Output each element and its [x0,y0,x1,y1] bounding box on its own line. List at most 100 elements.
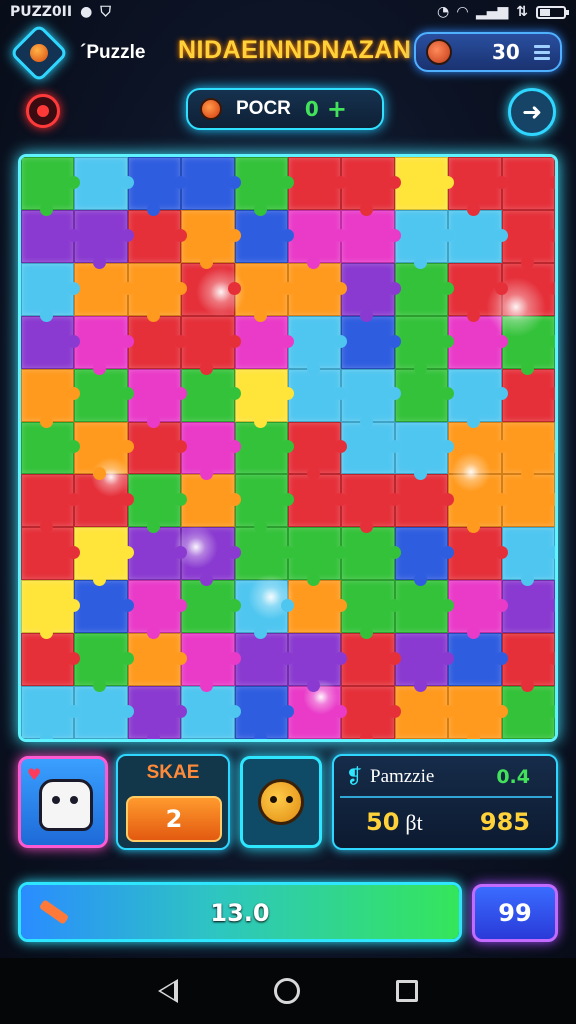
puzzle-piece[interactable] [127,209,188,263]
puzzle-piece[interactable] [21,368,81,428]
puzzle-piece[interactable] [288,686,348,739]
puzzle-piece[interactable] [127,368,188,428]
puzzle-piece[interactable] [341,209,402,263]
puzzle-piece[interactable] [501,368,555,422]
puzzle-piece[interactable] [74,315,135,375]
puzzle-piece[interactable] [341,368,402,428]
hint-button[interactable] [240,756,322,848]
puzzle-piece[interactable] [394,209,455,269]
puzzle-piece[interactable] [21,157,81,216]
puzzle-piece[interactable] [74,686,135,739]
puzzle-piece[interactable] [341,633,402,687]
puzzle-piece[interactable] [181,633,242,692]
back-icon[interactable] [158,979,178,1003]
puzzle-piece[interactable] [74,474,135,528]
puzzle-piece[interactable] [448,368,509,428]
puzzle-board[interactable] [18,154,558,742]
puzzle-piece[interactable] [288,262,348,316]
puzzle-piece[interactable] [234,315,295,369]
puzzle-piece[interactable] [127,686,188,739]
puzzle-piece[interactable] [448,157,509,216]
puzzle-piece[interactable] [394,474,455,528]
puzzle-piece[interactable] [127,527,188,581]
puzzle-piece[interactable] [501,633,555,692]
puzzle-piece[interactable] [21,421,81,475]
puzzle-piece[interactable] [181,580,242,634]
home-icon[interactable] [274,978,300,1004]
puzzle-piece[interactable] [181,421,242,481]
puzzle-piece[interactable] [234,527,295,581]
puzzle-piece[interactable] [288,368,348,422]
puzzle-piece[interactable] [74,580,135,634]
power-button[interactable] [26,94,60,128]
puzzle-piece[interactable] [448,580,509,640]
next-arrow-button[interactable]: ➜ [508,88,556,136]
puzzle-piece[interactable] [501,315,555,375]
puzzle-piece[interactable] [234,633,295,687]
puzzle-piece[interactable] [341,315,402,369]
puzzle-piece[interactable] [394,686,455,739]
puzzle-piece[interactable] [234,686,295,739]
puzzle-piece[interactable] [394,262,455,316]
puzzle-piece[interactable] [234,262,295,322]
puzzle-piece[interactable] [234,580,295,640]
puzzle-piece[interactable] [394,527,455,587]
recents-icon[interactable] [396,980,418,1002]
puzzle-piece[interactable] [288,315,348,375]
puzzle-piece[interactable] [234,368,295,428]
puzzle-piece[interactable] [448,527,509,581]
puzzle-piece[interactable] [501,686,555,739]
plus-icon[interactable]: + [327,95,347,123]
puzzle-piece[interactable] [127,421,188,475]
puzzle-piece[interactable] [127,474,188,534]
puzzle-piece[interactable] [448,686,509,739]
puzzle-piece[interactable] [501,474,555,528]
puzzle-piece[interactable] [127,315,188,369]
puzzle-piece[interactable] [21,315,81,369]
puzzle-piece[interactable] [394,157,455,210]
puzzle-piece[interactable] [394,633,455,692]
puzzle-piece[interactable] [181,262,242,316]
puzzle-piece[interactable] [448,262,509,322]
puzzle-piece[interactable] [181,527,242,587]
puzzle-piece[interactable] [21,633,81,687]
puzzle-piece[interactable] [21,262,81,322]
puzzle-piece[interactable] [181,157,242,210]
puzzle-piece[interactable] [21,686,81,739]
puzzle-piece[interactable] [341,474,402,534]
puzzle-piece[interactable] [127,580,188,640]
puzzle-piece[interactable] [394,421,455,481]
puzzle-piece[interactable] [234,421,295,475]
puzzle-piece[interactable] [21,527,81,581]
puzzle-piece[interactable] [501,421,555,481]
app-logo-icon[interactable] [9,23,69,83]
puzzle-piece[interactable] [181,315,242,375]
counter-box[interactable]: 99 [472,884,558,942]
puzzle-piece[interactable] [448,315,509,369]
puzzle-piece[interactable] [181,209,242,269]
puzzle-piece[interactable] [448,421,509,475]
puzzle-piece[interactable] [288,209,348,269]
puzzle-piece[interactable] [288,474,348,528]
puzzle-piece[interactable] [448,209,509,263]
puzzle-piece[interactable] [74,157,135,210]
puzzle-piece[interactable] [74,262,135,316]
puzzle-piece[interactable] [127,157,188,216]
puzzle-piece[interactable] [234,209,295,263]
puzzle-piece[interactable] [127,262,188,322]
puzzle-piece[interactable] [501,209,555,269]
puzzle-piece[interactable] [234,474,295,534]
menu-icon[interactable] [534,44,550,60]
puzzle-piece[interactable] [448,633,509,687]
puzzle-piece[interactable] [394,315,455,375]
puzzle-piece[interactable] [127,633,188,687]
character-card[interactable]: ♥ [18,756,108,848]
puzzle-piece[interactable] [394,368,455,422]
puzzle-piece[interactable] [501,157,555,210]
puzzle-piece[interactable] [288,421,348,481]
puzzle-piece[interactable] [501,527,555,587]
puzzle-piece[interactable] [21,209,81,263]
puzzle-piece[interactable] [341,262,402,322]
puzzle-piece[interactable] [288,157,348,210]
puzzle-piece[interactable] [74,633,135,692]
